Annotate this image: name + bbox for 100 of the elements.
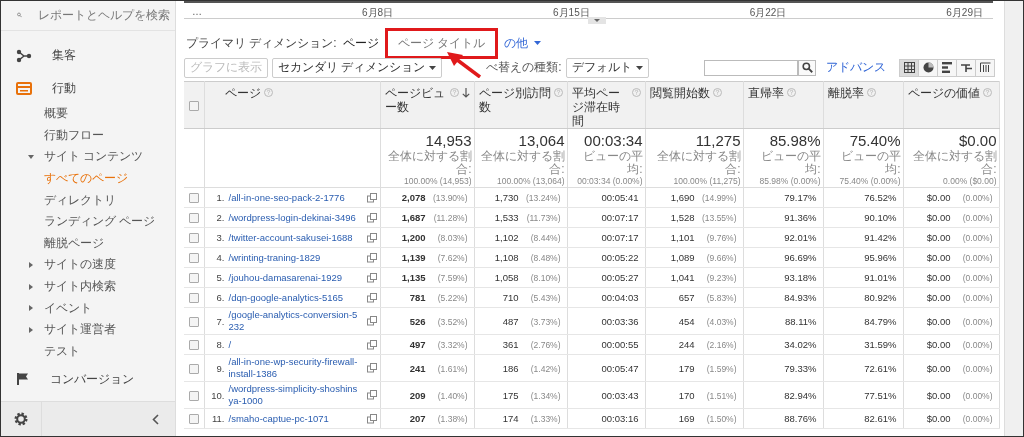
column-header[interactable]: ページ	[224, 86, 261, 100]
column-header[interactable]: 閲覧開始数	[649, 86, 710, 100]
sort-descending-icon[interactable]	[461, 88, 470, 98]
table-cell: $0.00	[926, 413, 951, 424]
sort-type-dropdown[interactable]: デフォルト	[565, 57, 649, 78]
page-link[interactable]: /wrinting-traning-1829	[228, 251, 359, 264]
column-header[interactable]: 離脱率	[827, 86, 864, 100]
flag-icon	[16, 372, 30, 386]
page-link[interactable]: /smaho-captue-pc-1071	[228, 412, 359, 425]
chevron-left-icon[interactable]	[152, 413, 159, 425]
page-link[interactable]: /all-in-one-seo-pack-2-1776	[228, 191, 359, 204]
compare-icon	[960, 62, 972, 73]
row-checkbox[interactable]	[188, 253, 199, 264]
nav-item[interactable]: 離脱ページ	[1, 232, 175, 255]
dimension-link[interactable]: ページ	[342, 34, 379, 52]
secondary-dimension-dropdown[interactable]: セカンダリ ディメンション	[272, 57, 443, 78]
page-link[interactable]: /wordpress-simplicity-shoshinsya-1000	[228, 383, 359, 407]
nav-item[interactable]: サイトの速度	[1, 254, 175, 276]
table-cell: 1,102	[494, 232, 519, 243]
nav-item[interactable]: 行動フロー	[1, 124, 175, 147]
pivot-view-button[interactable]	[975, 58, 995, 77]
bar-view-button[interactable]	[937, 58, 957, 77]
help-icon[interactable]	[712, 88, 722, 97]
open-page-icon[interactable]	[366, 413, 377, 424]
page-link[interactable]: /wordpress-login-dekinai-3496	[228, 211, 359, 224]
dimension-link[interactable]: の他	[504, 34, 541, 52]
nav-item[interactable]: イベント	[1, 297, 175, 319]
nav-item[interactable]: 集客	[1, 44, 175, 67]
help-icon[interactable]	[866, 88, 876, 97]
pie-view-button[interactable]	[918, 58, 938, 77]
table-cell: 1,730	[494, 192, 519, 203]
table-cell: 00:05:41	[601, 192, 639, 203]
row-checkbox[interactable]	[188, 273, 199, 284]
help-icon[interactable]	[553, 88, 563, 97]
table-search-field[interactable]	[704, 59, 798, 76]
page-link[interactable]: /dqn-google-analytics-5165	[228, 291, 359, 304]
settings-icon[interactable]	[13, 411, 29, 427]
page-link[interactable]: /	[228, 338, 359, 351]
help-icon[interactable]	[982, 88, 992, 97]
dimension-link[interactable]: ページ タイトル	[397, 34, 485, 52]
page-link[interactable]: /all-in-one-wp-security-firewall-install-1386	[228, 356, 359, 380]
row-checkbox[interactable]	[188, 340, 199, 351]
row-checkbox[interactable]	[188, 390, 199, 401]
open-page-icon[interactable]	[366, 192, 377, 203]
total-caption: ビューの平均:	[581, 150, 643, 176]
percentage-text: (1.51%)	[705, 390, 737, 401]
open-page-icon[interactable]	[366, 339, 377, 350]
percentage-text: (0.00%)	[961, 253, 993, 263]
compare-view-button[interactable]	[956, 58, 976, 77]
open-page-icon[interactable]	[366, 292, 377, 303]
percentage-text: (0.00%)	[961, 316, 993, 327]
nav-item[interactable]: テスト	[1, 340, 175, 362]
open-page-icon[interactable]	[366, 316, 377, 326]
row-number: 10.	[210, 389, 225, 401]
help-icon[interactable]	[786, 88, 796, 97]
open-page-icon[interactable]	[366, 232, 377, 243]
row-checkbox[interactable]	[188, 414, 199, 425]
row-checkbox[interactable]	[188, 316, 199, 327]
pivot-icon	[979, 62, 991, 73]
percentage-text: (2.16%)	[705, 340, 737, 350]
percentage-text: (0.00%)	[961, 340, 993, 350]
scrollbar[interactable]	[1004, 1, 1023, 436]
search-button[interactable]	[798, 59, 816, 76]
page-link[interactable]: /jouhou-damasarenai-1929	[228, 271, 359, 284]
column-header[interactable]: 直帰率	[747, 86, 784, 100]
nav-item[interactable]: サイト コンテンツ	[1, 146, 175, 168]
nav-item[interactable]: 概要	[1, 102, 175, 125]
total-caption: 全体に対する割合:	[911, 150, 997, 176]
nav-item[interactable]: ディレクトリ	[1, 189, 175, 211]
row-checkbox[interactable]	[188, 293, 199, 304]
row-checkbox[interactable]	[188, 193, 199, 204]
select-all-checkbox[interactable]	[188, 100, 199, 111]
row-checkbox[interactable]	[188, 363, 199, 374]
nav-item[interactable]: コンバージョン	[1, 368, 175, 390]
search-field[interactable]: レポートとヘルプを検索	[36, 7, 175, 24]
expand-handle-icon[interactable]	[588, 17, 606, 24]
percentage-text: (9.76%)	[705, 233, 737, 243]
help-icon[interactable]	[631, 88, 641, 97]
open-page-icon[interactable]	[366, 363, 377, 373]
row-number: 11.	[211, 413, 225, 424]
open-page-icon[interactable]	[366, 272, 377, 283]
row-checkbox[interactable]	[188, 213, 199, 224]
open-page-icon[interactable]	[366, 252, 377, 263]
nav-item[interactable]: サイト内検索	[1, 275, 175, 298]
row-checkbox[interactable]	[188, 233, 199, 244]
table-view-button[interactable]	[899, 58, 919, 77]
open-page-icon[interactable]	[366, 212, 377, 223]
page-link[interactable]: /twitter-account-sakusei-1688	[228, 231, 359, 244]
table-cell: 00:03:36	[601, 315, 639, 327]
table-cell: 00:05:22	[601, 252, 639, 263]
nav-item[interactable]: 行動	[1, 77, 175, 100]
percentage-text: (1.38%)	[436, 414, 468, 424]
table-cell: 91.42%	[864, 232, 897, 243]
nav-item[interactable]: ランディング ページ	[1, 210, 175, 233]
help-icon[interactable]	[263, 88, 273, 97]
table-cell: 2,078	[401, 192, 426, 203]
advanced-link[interactable]: アドバンス	[826, 59, 886, 76]
page-link[interactable]: /google-analytics-conversion-5232	[228, 309, 359, 333]
open-page-icon[interactable]	[366, 390, 377, 400]
nav-item[interactable]: サイト運営者	[1, 318, 175, 341]
